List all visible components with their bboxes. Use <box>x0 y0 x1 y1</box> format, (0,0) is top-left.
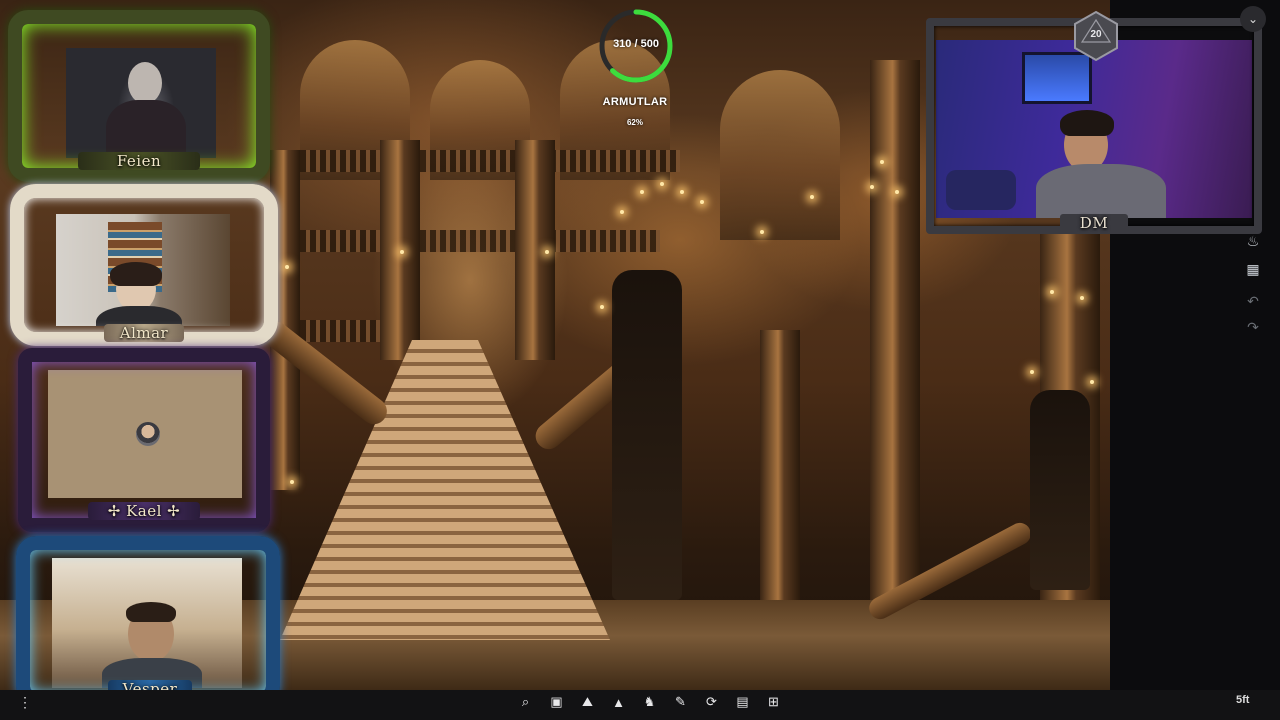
candle <box>400 250 404 254</box>
npc-health-percent: 62% <box>626 118 643 127</box>
player-video-dm <box>936 40 1252 218</box>
arch <box>720 70 840 240</box>
npc-name: ARMUTLAR <box>602 96 668 108</box>
candle <box>1030 370 1034 374</box>
search-icon[interactable]: ⌕ <box>514 691 537 714</box>
candle <box>660 182 664 186</box>
terrain-icon[interactable]: ⛰ <box>576 691 599 714</box>
player-name-kael: ✢ Kael ✢ <box>88 502 200 520</box>
health-value: 310 / 500 <box>613 38 659 50</box>
avatar-body <box>106 100 186 158</box>
candle <box>895 190 899 194</box>
player-video-vesper <box>52 558 242 688</box>
candle <box>290 480 294 484</box>
grid-layout-icon[interactable]: ▦ <box>1240 256 1266 282</box>
fire-icon[interactable]: ♨ <box>1240 228 1266 254</box>
balcony <box>280 150 680 172</box>
avatar-hair <box>1060 110 1114 136</box>
candle <box>600 305 604 309</box>
background-chair <box>946 170 1016 210</box>
creature-icon[interactable]: ♞ <box>638 691 661 714</box>
player-frame-almar[interactable]: Almar <box>10 184 278 346</box>
candle <box>870 185 874 189</box>
d20-number: 20 <box>1090 29 1102 40</box>
pillar <box>515 140 555 360</box>
candle <box>680 190 684 194</box>
candle <box>1080 296 1084 300</box>
player-frame-kael[interactable]: ✢ Kael ✢ <box>18 348 270 532</box>
player-video-kael <box>48 370 242 498</box>
grid-scale[interactable]: 5ft <box>1236 694 1249 706</box>
candle <box>1090 380 1094 384</box>
main-toolbar: ⌕ ▣ ⛰ ▲ ♞ ✎ ⟳ ▤ ⊞ <box>514 690 785 714</box>
player-name-almar: Almar <box>104 324 184 342</box>
rotate-icon[interactable]: ⟳ <box>700 691 723 714</box>
vtt-stage: 310 / 500 ARMUTLAR 62% ● ⚇ ✲ ✕ Feien Alm… <box>0 0 1280 720</box>
pillar <box>760 330 800 620</box>
player-name-feien: Feien <box>78 152 200 170</box>
image-icon[interactable]: ▣ <box>545 691 568 714</box>
statue <box>612 270 682 600</box>
avatar-hair <box>126 602 176 622</box>
fog-icon[interactable]: ▲ <box>607 691 630 714</box>
candle <box>1050 290 1054 294</box>
avatar <box>128 62 162 104</box>
draw-icon[interactable]: ✎ <box>669 691 692 714</box>
pillar <box>870 60 920 620</box>
candle <box>810 195 814 199</box>
player-frame-feien[interactable]: Feien <box>8 10 270 182</box>
player-token-avatar <box>136 422 160 446</box>
player-video-feien <box>66 48 216 158</box>
candle <box>545 250 549 254</box>
candle <box>760 230 764 234</box>
candle <box>620 210 624 214</box>
statue <box>1030 390 1090 590</box>
candle <box>640 190 644 194</box>
avatar-body <box>96 306 182 326</box>
candle <box>880 160 884 164</box>
collapse-toggle[interactable]: ⌄ <box>1240 6 1266 32</box>
redo-icon[interactable]: ↷ <box>1240 314 1266 340</box>
player-video-almar <box>56 214 230 326</box>
candle <box>700 200 704 204</box>
undo-icon[interactable]: ↶ <box>1240 288 1266 314</box>
candle <box>285 265 289 269</box>
avatar-hair <box>110 262 162 286</box>
npc-health-ring[interactable]: 310 / 500 <box>598 4 678 88</box>
balcony <box>300 230 660 252</box>
avatar-body <box>1036 164 1166 218</box>
more-options-icon[interactable]: ⋮ <box>18 694 32 711</box>
player-name-dm: DM <box>1060 214 1128 232</box>
d20-emblem: 20 <box>1072 10 1120 62</box>
notes-icon[interactable]: ▤ <box>731 691 754 714</box>
player-frame-vesper[interactable]: Vesper <box>16 536 280 706</box>
grid-icon[interactable]: ⊞ <box>762 691 785 714</box>
balcony <box>300 320 390 342</box>
